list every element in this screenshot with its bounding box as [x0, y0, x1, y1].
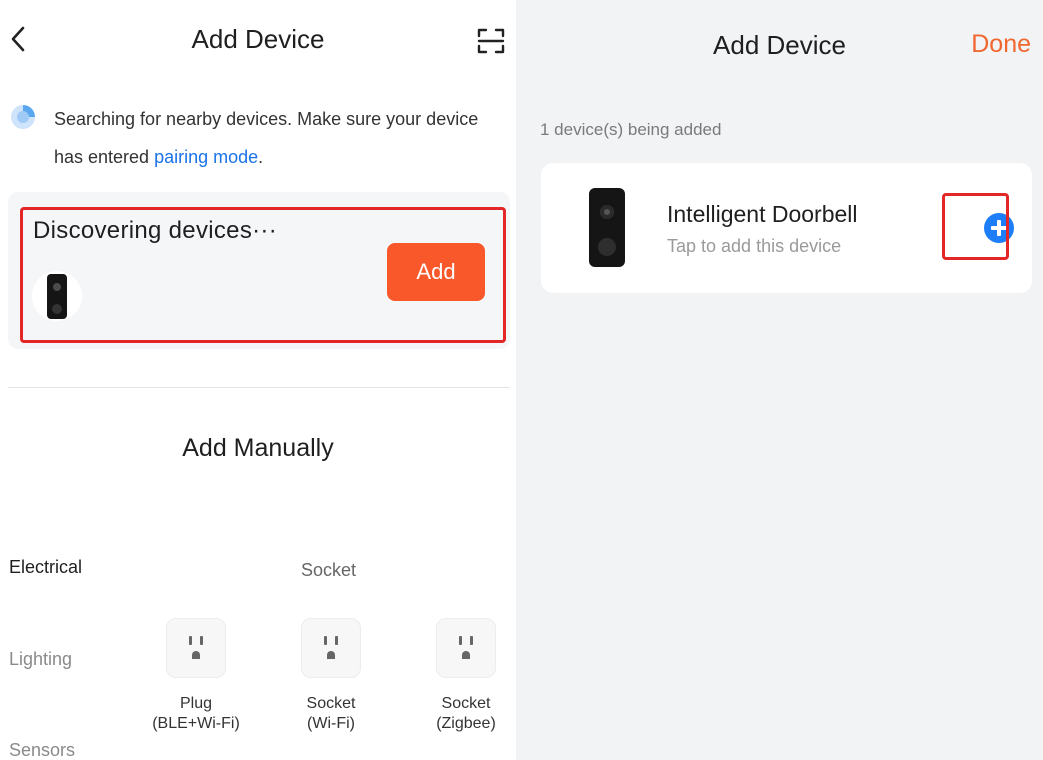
scan-icon[interactable] [476, 26, 506, 56]
outlet-icon [436, 618, 496, 678]
pairing-mode-link[interactable]: pairing mode [154, 147, 258, 167]
device-name: Intelligent Doorbell [667, 201, 858, 227]
outlet-icon [301, 618, 361, 678]
doorbell-thumbnail [32, 271, 82, 321]
category-lighting[interactable]: Lighting [9, 649, 72, 670]
device-tile-socket-zigbee[interactable]: Socket (Zigbee) [396, 618, 516, 734]
outlet-icon [166, 618, 226, 678]
device-subtitle: Tap to add this device [667, 236, 842, 256]
tile-label-line1: Socket [306, 695, 356, 712]
divider [8, 387, 510, 388]
devices-being-added-count: 1 device(s) being added [540, 120, 722, 139]
discovering-title: Discovering devices··· [33, 217, 277, 244]
tile-label-line2: (Zigbee) [436, 715, 496, 732]
add-device-screen-right: Add Device Done 1 device(s) being added … [516, 0, 1043, 760]
tile-label-line1: Plug [179, 695, 213, 712]
page-title: Add Device [713, 30, 846, 60]
plus-circle-icon[interactable] [984, 213, 1014, 243]
page-title: Add Device [191, 24, 325, 54]
device-tile-plug-ble-wifi[interactable]: Plug (BLE+Wi-Fi) [126, 618, 266, 734]
section-label-socket: Socket [301, 560, 357, 580]
searching-spinner-icon [11, 105, 35, 129]
add-discovered-device-button[interactable]: Add [387, 243, 485, 301]
add-device-screen-left: Add Device Searching for nearby devices.… [0, 0, 516, 760]
tile-label-line2: (Wi-Fi) [307, 715, 355, 732]
category-electrical[interactable]: Electrical [9, 557, 82, 578]
device-tile-socket-wifi[interactable]: Socket (Wi-Fi) [261, 618, 401, 734]
doorbell-icon [589, 188, 625, 267]
category-sensors[interactable]: Sensors [9, 740, 75, 760]
search-hint-end: . [258, 147, 264, 167]
done-button[interactable]: Done [971, 30, 1031, 59]
doorbell-icon [47, 274, 67, 319]
tile-label-line2: (BLE+Wi-Fi) [152, 715, 240, 732]
add-manually-title: Add Manually [182, 434, 334, 462]
device-card[interactable]: Intelligent Doorbell Tap to add this dev… [541, 163, 1032, 293]
search-hint-text: Searching for nearby devices. Make sure … [54, 109, 479, 167]
search-hint: Searching for nearby devices. Make sure … [54, 100, 494, 176]
tile-label-line1: Socket [441, 695, 491, 712]
